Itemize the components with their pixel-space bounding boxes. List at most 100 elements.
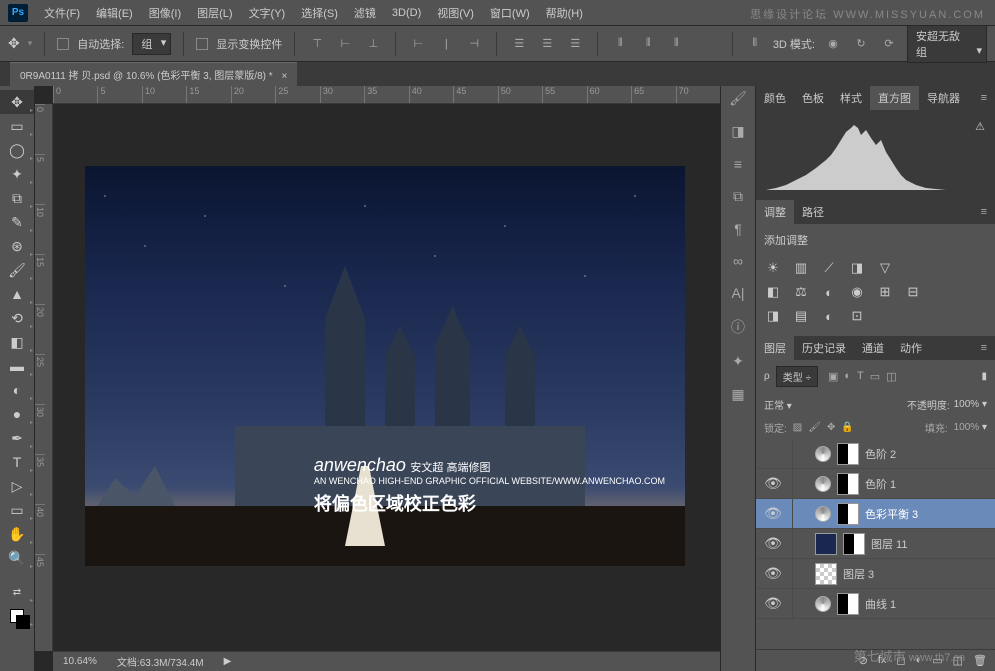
orbit-icon[interactable]: ◉ <box>823 34 843 54</box>
document-tab[interactable]: 0R9A0111 拷 贝.psd @ 10.6% (色彩平衡 3, 图层蒙版/8… <box>10 62 297 86</box>
menu-3d[interactable]: 3D(D) <box>384 3 429 23</box>
layer-name[interactable]: 色彩平衡 3 <box>865 506 918 522</box>
menu-image[interactable]: 图像(I) <box>141 1 189 25</box>
align-right-icon[interactable]: ⊣ <box>464 34 484 54</box>
selective-color-icon[interactable]: ⊡ <box>848 308 866 324</box>
menu-filter[interactable]: 滤镜 <box>346 1 384 25</box>
tab-history[interactable]: 历史记录 <box>794 336 854 360</box>
brush-tool[interactable]: 🖌 <box>0 258 34 282</box>
info-icon[interactable]: ⓘ <box>731 317 745 337</box>
vibrance-icon[interactable]: ▽ <box>876 260 894 276</box>
exposure-icon[interactable]: ◨ <box>848 260 866 276</box>
close-tab-icon[interactable]: × <box>281 71 287 82</box>
lock-position-icon[interactable]: ✥ <box>827 422 835 433</box>
eyedropper-tool[interactable]: ✎ <box>0 210 34 234</box>
history-brush-tool[interactable]: ⟲ <box>0 306 34 330</box>
distribute-6-icon[interactable]: ⦀ <box>666 34 686 54</box>
align-bottom-icon[interactable]: ⊥ <box>363 34 383 54</box>
distribute-2-icon[interactable]: ☰ <box>537 34 557 54</box>
move-tool-icon[interactable]: ✥ <box>8 35 20 52</box>
menu-window[interactable]: 窗口(W) <box>482 1 538 25</box>
stamp-tool[interactable]: ▲ <box>0 282 34 306</box>
color-lookup-icon[interactable]: ⊟ <box>904 284 922 300</box>
tab-styles[interactable]: 样式 <box>832 86 870 110</box>
layer-name[interactable]: 色阶 1 <box>865 476 896 492</box>
swap-colors-icon[interactable]: ⇄ <box>0 580 34 604</box>
dolly-icon[interactable]: ⟳ <box>879 34 899 54</box>
quick-select-tool[interactable]: ✦ <box>0 162 34 186</box>
filter-shape-icon[interactable]: ▭ <box>870 370 880 383</box>
menu-view[interactable]: 视图(V) <box>429 1 482 25</box>
invert-icon[interactable]: ◨ <box>764 308 782 324</box>
visibility-toggle[interactable]: 👁 <box>760 535 786 552</box>
layer-thumb[interactable] <box>815 533 837 555</box>
layer-name[interactable]: 曲线 1 <box>865 596 896 612</box>
menu-layer[interactable]: 图层(L) <box>189 1 240 25</box>
gradient-tool[interactable]: ▬ <box>0 354 34 378</box>
3d-panel-icon[interactable]: ✦ <box>732 353 744 370</box>
character-icon[interactable]: A| <box>732 285 745 301</box>
layer-item[interactable]: 👁色阶 1 <box>756 469 995 499</box>
preset-dropdown[interactable]: 安超无敌组▾ <box>907 25 987 63</box>
layer-mask-thumb[interactable] <box>837 473 859 495</box>
distribute-5-icon[interactable]: ⦀ <box>638 34 658 54</box>
lasso-tool[interactable]: ◯ <box>0 138 34 162</box>
auto-select-checkbox[interactable] <box>57 38 69 50</box>
opacity-input[interactable]: 100% ▾ <box>954 399 987 410</box>
tab-color[interactable]: 颜色 <box>756 86 794 110</box>
menu-help[interactable]: 帮助(H) <box>538 1 591 25</box>
tab-navigator[interactable]: 导航器 <box>919 86 968 110</box>
menu-text[interactable]: 文字(Y) <box>241 1 294 25</box>
threshold-icon[interactable]: ◐ <box>820 308 838 324</box>
layer-name[interactable]: 色阶 2 <box>865 446 896 462</box>
panel-menu-icon[interactable]: ≡ <box>973 342 995 354</box>
heal-tool[interactable]: ⊛ <box>0 234 34 258</box>
levels-icon[interactable]: ▥ <box>792 260 810 276</box>
curves-icon[interactable]: ⟋ <box>820 260 838 276</box>
layer-mask-thumb[interactable] <box>837 503 859 525</box>
align-vcenter-icon[interactable]: ⊢ <box>335 34 355 54</box>
histogram-warning-icon[interactable]: ⚠ <box>975 120 985 133</box>
layer-item[interactable]: 👁 色彩平衡 3 <box>756 499 995 529</box>
creative-cloud-icon[interactable]: ∞ <box>733 253 743 269</box>
layer-item[interactable]: 👁图层 3 <box>756 559 995 589</box>
filter-adjust-icon[interactable]: ◐ <box>844 370 851 383</box>
layer-name[interactable]: 图层 3 <box>843 566 874 582</box>
visibility-toggle[interactable]: 👁 <box>760 505 786 522</box>
layer-mask-thumb[interactable] <box>837 443 859 465</box>
tab-swatches[interactable]: 色板 <box>794 86 832 110</box>
zoom-tool[interactable]: 🔍 <box>0 546 34 570</box>
tab-histogram[interactable]: 直方图 <box>870 86 919 110</box>
pen-tool[interactable]: ✒ <box>0 426 34 450</box>
tab-actions[interactable]: 动作 <box>892 336 930 360</box>
properties-icon[interactable]: ▦ <box>731 386 744 403</box>
filter-image-icon[interactable]: ▣ <box>828 370 838 383</box>
posterize-icon[interactable]: ▤ <box>792 308 810 324</box>
canvas[interactable]: anwenchao 安文超 高端修图 AN WENCHAO HIGH-END G… <box>85 166 685 566</box>
menu-file[interactable]: 文件(F) <box>36 1 88 25</box>
brush-panel-icon[interactable]: 🖌 <box>729 90 747 107</box>
crop-tool[interactable]: ⧉ <box>0 186 34 210</box>
panel-menu-icon[interactable]: ≡ <box>973 206 995 218</box>
photo-filter-icon[interactable]: ◉ <box>848 284 866 300</box>
bw-icon[interactable]: ◐ <box>820 284 838 300</box>
lock-all-icon[interactable]: 🔒 <box>841 422 853 433</box>
align-top-icon[interactable]: ⊤ <box>307 34 327 54</box>
channel-mixer-icon[interactable]: ⊞ <box>876 284 894 300</box>
layer-kind-dropdown[interactable]: 类型 ÷ <box>776 366 818 387</box>
move-tool[interactable]: ✥ <box>0 90 34 114</box>
blur-tool[interactable]: ◐ <box>0 378 34 402</box>
hue-icon[interactable]: ◧ <box>764 284 782 300</box>
settings-icon[interactable]: ≡ <box>734 156 742 172</box>
lock-transparency-icon[interactable]: ▨ <box>793 422 802 433</box>
collapse-icon[interactable]: ⦀ <box>745 34 765 54</box>
menu-edit[interactable]: 编辑(E) <box>88 1 141 25</box>
blend-mode-dropdown[interactable]: 正常 ▾ <box>764 397 834 412</box>
color-swatches[interactable] <box>0 604 34 628</box>
panel-menu-icon[interactable]: ≡ <box>973 92 995 104</box>
shape-tool[interactable]: ▭ <box>0 498 34 522</box>
align-left-icon[interactable]: ⊢ <box>408 34 428 54</box>
layer-name[interactable]: 图层 11 <box>871 536 907 552</box>
path-tool[interactable]: ▷ <box>0 474 34 498</box>
tab-adjustments[interactable]: 调整 <box>756 200 794 224</box>
